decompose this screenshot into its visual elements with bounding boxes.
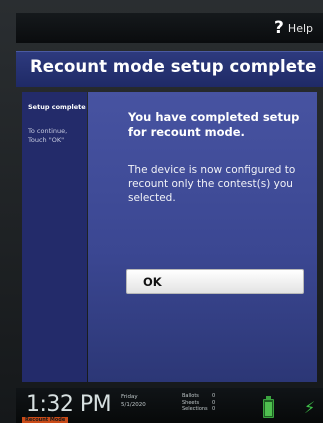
- help-button[interactable]: ? Help: [274, 18, 313, 38]
- count-value: 0: [212, 406, 216, 412]
- question-mark-icon: ?: [274, 17, 284, 38]
- mode-badge: Recount Mode: [22, 417, 69, 423]
- sidebar-instruction: To continue, Touch "OK": [28, 127, 68, 144]
- count-label: Selections: [182, 406, 208, 412]
- battery-level: [265, 402, 272, 416]
- dialog-body: The device is now configured to recount …: [128, 164, 296, 204]
- count-row: Selections 0: [182, 406, 215, 413]
- help-label: Help: [287, 21, 313, 35]
- status-bar: 1:32 PM Recount Mode Friday 5/1/2020 Bal…: [16, 388, 323, 423]
- counts-panel: Ballots 0 Sheets 0 Selections 0: [182, 393, 215, 413]
- battery-icon: [263, 396, 274, 418]
- date-display: Friday 5/1/2020: [121, 393, 146, 409]
- clock-time: 1:32 PM: [26, 392, 112, 417]
- sidebar: Setup complete To continue, Touch "OK": [22, 92, 87, 382]
- screen-frame: ? Help Recount mode setup complete Setup…: [0, 0, 323, 423]
- dialog-heading: You have completed setup for recount mod…: [128, 110, 300, 139]
- dialog-panel: You have completed setup for recount mod…: [88, 92, 317, 382]
- date-label: 5/1/2020: [121, 402, 146, 408]
- top-bar: ? Help: [16, 13, 323, 43]
- title-bar: Recount mode setup complete: [16, 51, 323, 87]
- ok-button[interactable]: OK: [126, 269, 304, 294]
- power-plug-icon: ⚡: [304, 398, 316, 417]
- day-label: Friday: [121, 394, 138, 400]
- page-title: Recount mode setup complete: [30, 57, 317, 76]
- sidebar-item-setup-complete: Setup complete: [28, 103, 86, 111]
